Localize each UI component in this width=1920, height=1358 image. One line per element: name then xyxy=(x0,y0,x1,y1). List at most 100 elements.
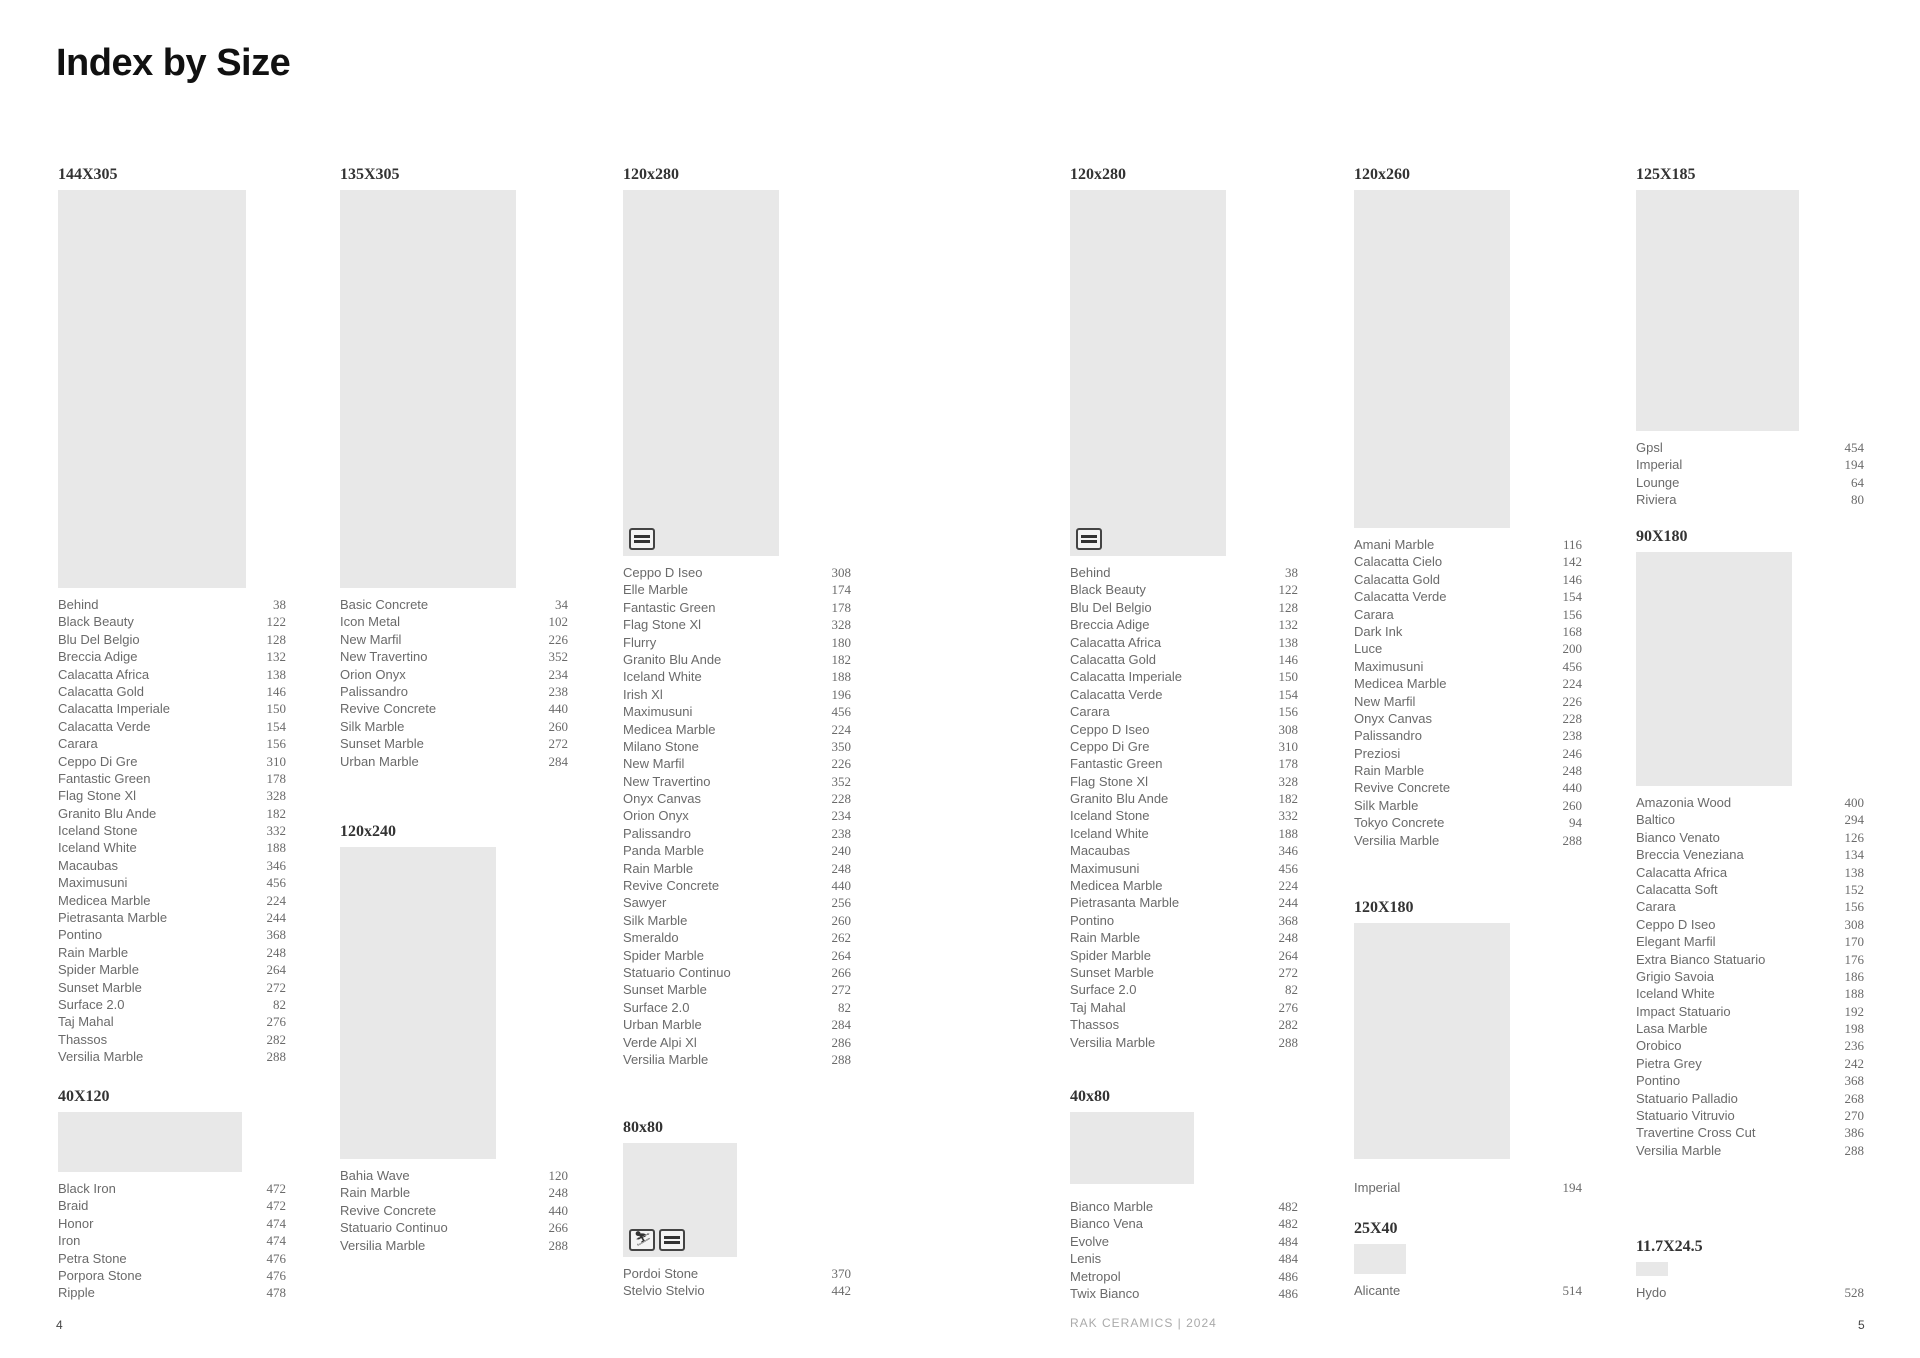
list-item[interactable]: Pordoi Stone 370 xyxy=(623,1265,851,1282)
list-item[interactable]: Revive Concrete 440 xyxy=(340,1202,568,1219)
list-item[interactable]: Hydo 528 xyxy=(1636,1284,1864,1301)
list-item[interactable]: Palissandro 238 xyxy=(340,683,568,700)
list-item[interactable]: Spider Marble 264 xyxy=(623,947,851,964)
list-item[interactable]: Black Beauty 122 xyxy=(58,613,286,630)
list-item[interactable]: Iceland Stone 332 xyxy=(1070,807,1298,824)
list-item[interactable]: Statuario Vitruvio 270 xyxy=(1636,1107,1864,1124)
list-item[interactable]: New Marfil 226 xyxy=(340,631,568,648)
list-item[interactable]: Fantastic Green 178 xyxy=(1070,755,1298,772)
list-item[interactable]: Revive Concrete 440 xyxy=(340,700,568,717)
list-item[interactable]: Pontino 368 xyxy=(58,926,286,943)
list-item[interactable]: Taj Mahal 276 xyxy=(1070,999,1298,1016)
list-item[interactable]: Versilia Marble 288 xyxy=(623,1051,851,1068)
list-item[interactable]: Iceland White 188 xyxy=(58,839,286,856)
list-item[interactable]: Rain Marble 248 xyxy=(1070,929,1298,946)
list-item[interactable]: Rain Marble 248 xyxy=(623,860,851,877)
list-item[interactable]: Maximusuni 456 xyxy=(623,703,851,720)
list-item[interactable]: Calacatta Africa 138 xyxy=(58,666,286,683)
list-item[interactable]: Braid 472 xyxy=(58,1197,286,1214)
list-item[interactable]: Ceppo Di Gre 310 xyxy=(1070,738,1298,755)
list-item[interactable]: Carara 156 xyxy=(1636,898,1864,915)
list-item[interactable]: Statuario Continuo 266 xyxy=(623,964,851,981)
list-item[interactable]: Iceland Stone 332 xyxy=(58,822,286,839)
list-item[interactable]: Carara 156 xyxy=(1070,703,1298,720)
list-item[interactable]: Calacatta Gold 146 xyxy=(58,683,286,700)
list-item[interactable]: Bianco Vena 482 xyxy=(1070,1215,1298,1232)
list-item[interactable]: Surface 2.0 82 xyxy=(623,999,851,1016)
list-item[interactable]: Evolve 484 xyxy=(1070,1233,1298,1250)
list-item[interactable]: Milano Stone 350 xyxy=(623,738,851,755)
list-item[interactable]: Sunset Marble 272 xyxy=(1070,964,1298,981)
list-item[interactable]: Sunset Marble 272 xyxy=(340,735,568,752)
list-item[interactable]: Iceland White 188 xyxy=(1636,985,1864,1002)
list-item[interactable]: Honor 474 xyxy=(58,1215,286,1232)
list-item[interactable]: Baltico 294 xyxy=(1636,811,1864,828)
list-item[interactable]: Calacatta Imperiale 150 xyxy=(58,700,286,717)
list-item[interactable]: Alicante 514 xyxy=(1354,1282,1582,1299)
list-item[interactable]: Flurry 180 xyxy=(623,634,851,651)
list-item[interactable]: Maximusuni 456 xyxy=(58,874,286,891)
list-item[interactable]: Black Beauty 122 xyxy=(1070,581,1298,598)
list-item[interactable]: Palissandro 238 xyxy=(1354,727,1582,744)
list-item[interactable]: Granito Blu Ande 182 xyxy=(58,805,286,822)
list-item[interactable]: Pietrasanta Marble 244 xyxy=(58,909,286,926)
list-item[interactable]: Thassos 282 xyxy=(1070,1016,1298,1033)
list-item[interactable]: Carara 156 xyxy=(1354,606,1582,623)
list-item[interactable]: Flag Stone Xl 328 xyxy=(58,787,286,804)
list-item[interactable]: Versilia Marble 288 xyxy=(58,1048,286,1065)
list-item[interactable]: Ceppo D Iseo 308 xyxy=(1636,916,1864,933)
list-item[interactable]: Revive Concrete 440 xyxy=(1354,779,1582,796)
list-item[interactable]: Granito Blu Ande 182 xyxy=(1070,790,1298,807)
list-item[interactable]: Lasa Marble 198 xyxy=(1636,1020,1864,1037)
list-item[interactable]: Petra Stone 476 xyxy=(58,1250,286,1267)
list-item[interactable]: Granito Blu Ande 182 xyxy=(623,651,851,668)
list-item[interactable]: New Travertino 352 xyxy=(340,648,568,665)
list-item[interactable]: Medicea Marble 224 xyxy=(1070,877,1298,894)
list-item[interactable]: Ceppo D Iseo 308 xyxy=(623,564,851,581)
list-item[interactable]: Versilia Marble 288 xyxy=(340,1237,568,1254)
list-item[interactable]: Medicea Marble 224 xyxy=(623,721,851,738)
list-item[interactable]: Surface 2.0 82 xyxy=(58,996,286,1013)
list-item[interactable]: Iron 474 xyxy=(58,1232,286,1249)
list-item[interactable]: Bianco Marble 482 xyxy=(1070,1198,1298,1215)
list-item[interactable]: Behind 38 xyxy=(58,596,286,613)
list-item[interactable]: Black Iron 472 xyxy=(58,1180,286,1197)
list-item[interactable]: Bahia Wave 120 xyxy=(340,1167,568,1184)
list-item[interactable]: Verde Alpi Xl 286 xyxy=(623,1034,851,1051)
list-item[interactable]: Calacatta Verde 154 xyxy=(58,718,286,735)
list-item[interactable]: Versilia Marble 288 xyxy=(1636,1142,1864,1159)
list-item[interactable]: Versilia Marble 288 xyxy=(1354,832,1582,849)
list-item[interactable]: Surface 2.0 82 xyxy=(1070,981,1298,998)
list-item[interactable]: Carara 156 xyxy=(58,735,286,752)
list-item[interactable]: Panda Marble 240 xyxy=(623,842,851,859)
list-item[interactable]: Calacatta Africa 138 xyxy=(1636,864,1864,881)
list-item[interactable]: Maximusuni 456 xyxy=(1354,658,1582,675)
list-item[interactable]: Smeraldo 262 xyxy=(623,929,851,946)
list-item[interactable]: Dark Ink 168 xyxy=(1354,623,1582,640)
list-item[interactable]: Ceppo Di Gre 310 xyxy=(58,753,286,770)
list-item[interactable]: Macaubas 346 xyxy=(58,857,286,874)
list-item[interactable]: Lounge 64 xyxy=(1636,474,1864,491)
list-item[interactable]: New Marfil 226 xyxy=(1354,693,1582,710)
list-item[interactable]: Pontino 368 xyxy=(1636,1072,1864,1089)
list-item[interactable]: Sawyer 256 xyxy=(623,894,851,911)
list-item[interactable]: Rain Marble 248 xyxy=(340,1184,568,1201)
list-item[interactable]: Silk Marble 260 xyxy=(340,718,568,735)
list-item[interactable]: Versilia Marble 288 xyxy=(1070,1034,1298,1051)
list-item[interactable]: Imperial 194 xyxy=(1636,456,1864,473)
list-item[interactable]: Statuario Continuo 266 xyxy=(340,1219,568,1236)
list-item[interactable]: Medicea Marble 224 xyxy=(1354,675,1582,692)
list-item[interactable]: Calacatta Gold 146 xyxy=(1354,571,1582,588)
list-item[interactable]: Icon Metal 102 xyxy=(340,613,568,630)
list-item[interactable]: Flag Stone Xl 328 xyxy=(1070,773,1298,790)
list-item[interactable]: Orobico 236 xyxy=(1636,1037,1864,1054)
list-item[interactable]: Taj Mahal 276 xyxy=(58,1013,286,1030)
list-item[interactable]: Calacatta Verde 154 xyxy=(1354,588,1582,605)
list-item[interactable]: Iceland White 188 xyxy=(1070,825,1298,842)
list-item[interactable]: Onyx Canvas 228 xyxy=(1354,710,1582,727)
list-item[interactable]: Iceland White 188 xyxy=(623,668,851,685)
list-item[interactable]: Thassos 282 xyxy=(58,1031,286,1048)
list-item[interactable]: Orion Onyx 234 xyxy=(340,666,568,683)
list-item[interactable]: New Marfil 226 xyxy=(623,755,851,772)
list-item[interactable]: Flag Stone Xl 328 xyxy=(623,616,851,633)
